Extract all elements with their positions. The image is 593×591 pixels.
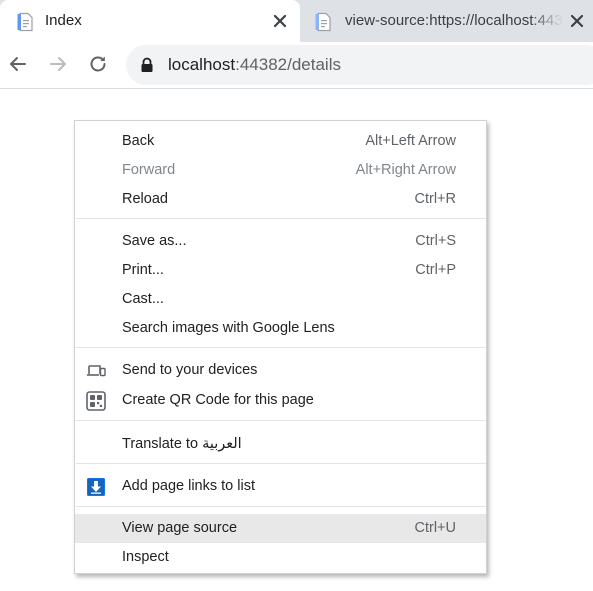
menu-item-label: Search images with Google Lens <box>122 320 335 336</box>
menu-item-label: Reload <box>122 191 168 207</box>
tab-view-source[interactable]: view-source:https://localhost:44382/deta… <box>300 0 593 42</box>
menu-item-inspect[interactable]: Inspect <box>75 543 486 572</box>
menu-separator <box>76 218 486 219</box>
forward-arrow-icon[interactable] <box>45 51 71 77</box>
url-path: :44382/details <box>235 55 341 74</box>
qr-code-icon <box>86 391 106 411</box>
close-icon[interactable] <box>568 12 586 30</box>
menu-separator <box>76 463 486 464</box>
menu-item-label: Create QR Code for this page <box>122 392 314 408</box>
close-icon[interactable] <box>271 12 289 30</box>
menu-item-search-images[interactable]: Search images with Google Lens <box>75 314 486 343</box>
menu-item-label: View page source <box>122 520 238 536</box>
tab-strip: Index view-source:https://localhost:4438… <box>0 0 593 42</box>
menu-item-shortcut: Ctrl+U <box>414 520 457 536</box>
menu-item-shortcut: Ctrl+P <box>415 262 456 278</box>
browser-toolbar: localhost:44382/details <box>0 42 593 89</box>
menu-item-add-page-links[interactable]: Add page links to list <box>75 472 486 501</box>
menu-item-print[interactable]: Print... Ctrl+P <box>75 256 486 285</box>
menu-item-back[interactable]: Back Alt+Left Arrow <box>75 127 486 156</box>
menu-separator <box>76 420 486 421</box>
menu-item-label: Forward <box>122 162 176 178</box>
url-text[interactable]: localhost:44382/details <box>168 55 341 75</box>
menu-item-shortcut: Ctrl+S <box>415 233 456 249</box>
menu-item-send-to-devices[interactable]: Send to your devices <box>75 356 486 385</box>
menu-item-translate[interactable]: Translate to العربية <box>75 430 486 459</box>
menu-item-label: Inspect <box>122 549 169 565</box>
menu-item-label: Save as... <box>122 233 187 249</box>
tab-index[interactable]: Index <box>0 0 300 42</box>
menu-item-reload[interactable]: Reload Ctrl+R <box>75 185 486 214</box>
context-menu: Back Alt+Left Arrow Forward Alt+Right Ar… <box>74 120 487 574</box>
menu-item-label: Add page links to list <box>122 478 255 494</box>
devices-icon <box>87 365 106 377</box>
lock-icon[interactable] <box>140 57 154 73</box>
tab-title: Index <box>45 12 82 29</box>
menu-item-shortcut: Alt+Left Arrow <box>365 133 456 149</box>
menu-item-forward[interactable]: Forward Alt+Right Arrow <box>75 156 486 185</box>
menu-item-label: Cast... <box>122 291 164 307</box>
menu-item-label: Print... <box>122 262 164 278</box>
page-icon <box>17 12 33 32</box>
url-host: localhost <box>168 55 236 74</box>
menu-item-shortcut: Ctrl+R <box>414 191 457 207</box>
address-bar[interactable]: localhost:44382/details <box>126 45 593 85</box>
menu-item-shortcut: Alt+Right Arrow <box>355 162 456 178</box>
reload-icon[interactable] <box>85 51 111 77</box>
menu-item-label: Translate to العربية <box>122 436 242 452</box>
page-icon <box>315 12 331 32</box>
download-manager-icon <box>87 478 105 496</box>
menu-item-save-as[interactable]: Save as... Ctrl+S <box>75 227 486 256</box>
tab-title: view-source:https://localhost:44382/deta… <box>345 12 563 29</box>
menu-item-create-qr-code[interactable]: Create QR Code for this page <box>75 386 486 415</box>
menu-separator <box>76 347 486 348</box>
menu-item-cast[interactable]: Cast... <box>75 285 486 314</box>
menu-separator <box>76 506 486 507</box>
back-arrow-icon[interactable] <box>5 51 31 77</box>
menu-item-label: Back <box>122 133 155 149</box>
menu-item-label: Send to your devices <box>122 362 258 378</box>
menu-item-view-page-source[interactable]: View page source Ctrl+U <box>75 514 486 543</box>
